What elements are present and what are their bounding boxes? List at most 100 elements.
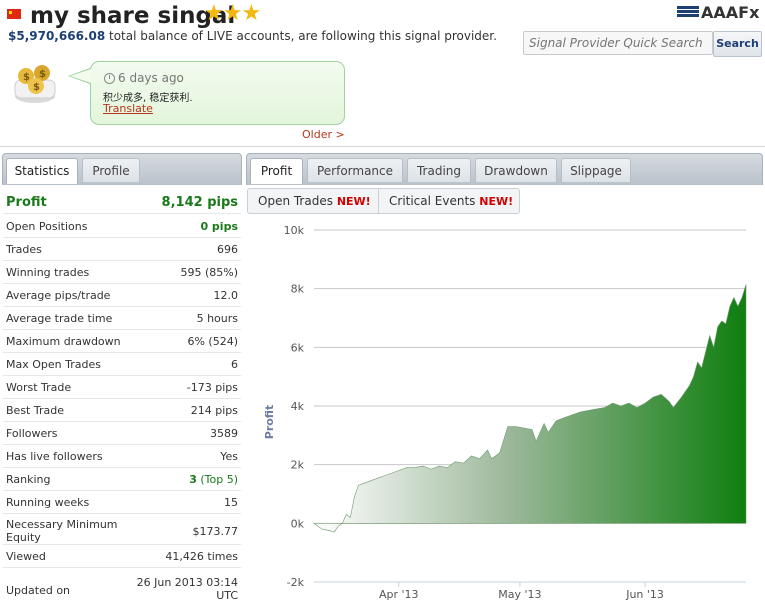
- stat-row-updated-on: Updated on 26 Jun 2013 03:14 UTC: [3, 568, 241, 602]
- y-tick-label: 10k: [284, 224, 305, 237]
- y-tick-label: 6k: [291, 341, 305, 354]
- message-time: 6 days ago: [118, 71, 184, 85]
- stat-value: $173.77: [192, 525, 239, 538]
- stat-value: 12.0: [213, 289, 239, 302]
- y-axis-label: Profit: [263, 405, 276, 439]
- bubble-tail-inner: [70, 69, 91, 83]
- stat-value: 41,426 times: [165, 550, 238, 563]
- stat-row-average-trade-time: Average trade time 5 hours: [3, 307, 241, 330]
- stat-row-profit: Profit 8,142 pips: [3, 192, 241, 214]
- stat-label: Profit: [6, 195, 47, 210]
- svg-text:$: $: [39, 69, 46, 80]
- new-badge: NEW!: [336, 195, 371, 208]
- tab-statistics[interactable]: Statistics: [6, 158, 78, 184]
- y-tick-label: -2k: [287, 576, 305, 589]
- balance-amount: $5,970,666.08: [8, 29, 106, 43]
- tab-profit[interactable]: Profit: [250, 158, 303, 184]
- stat-row-running-weeks: Running weeks 15: [3, 491, 241, 514]
- stat-value: 6: [231, 358, 238, 371]
- y-tick-label: 4k: [291, 400, 305, 413]
- subtab-label: Critical Events: [389, 194, 476, 208]
- china-flag-icon: [7, 9, 21, 19]
- translate-link[interactable]: Translate: [103, 102, 153, 115]
- y-axis-ticks: -2k 0k 2k 4k 6k 8k 10k: [284, 224, 305, 589]
- subtab-label: Open Trades: [258, 194, 333, 208]
- stat-row-ranking: Ranking 3 (Top 5): [3, 468, 241, 491]
- y-tick-label: 0k: [291, 517, 305, 530]
- stat-value: Yes: [220, 450, 238, 463]
- stat-label: Maximum drawdown: [6, 335, 121, 348]
- stat-value: 0 pips: [200, 220, 238, 233]
- svg-text:$: $: [23, 72, 30, 83]
- stat-label: Updated on: [6, 584, 71, 597]
- stat-value: 3 (Top 5): [189, 473, 238, 486]
- tab-slippage[interactable]: Slippage: [561, 158, 631, 182]
- stat-value: 6% (524): [187, 335, 238, 348]
- profit-chart: -2k 0k 2k 4k 6k 8k 10k Apr '13 May '13 Jun '13 P…: [263, 224, 747, 601]
- stat-label: Winning trades: [6, 266, 90, 279]
- stat-label: Viewed: [6, 550, 46, 563]
- y-tick-label: 8k: [291, 283, 305, 296]
- stat-row-maximum-drawdown: Maximum drawdown 6% (524): [3, 330, 241, 353]
- stat-row-has-live-followers: Has live followers Yes: [3, 445, 241, 468]
- stat-value: -173 pips: [186, 381, 238, 394]
- subtab-separator: [378, 189, 379, 213]
- y-tick-label: 2k: [291, 459, 305, 472]
- rank-number: 3: [189, 473, 197, 486]
- search-button[interactable]: Search: [713, 31, 762, 57]
- new-badge: NEW!: [479, 195, 514, 208]
- stat-value: 8,142 pips: [161, 195, 238, 210]
- stat-label: Best Trade: [6, 404, 64, 417]
- stat-label: Necessary Minimum Equity: [6, 518, 118, 544]
- tab-trading[interactable]: Trading: [407, 158, 471, 182]
- stat-value: 696: [217, 243, 238, 256]
- profit-area: [313, 284, 747, 533]
- search-input[interactable]: [523, 31, 713, 55]
- subtab-open-trades[interactable]: Open Trades NEW!: [258, 194, 371, 208]
- rating-stars-icon: ★★★: [204, 1, 261, 26]
- stat-value: 214 pips: [190, 404, 238, 417]
- x-axis-ticks: Apr '13 May '13 Jun '13: [379, 582, 664, 601]
- x-tick-label: May '13: [498, 588, 541, 601]
- stat-value: 26 Jun 2013 03:14 UTC: [136, 576, 238, 602]
- avatar-money-icon: $ $ $: [14, 65, 56, 103]
- logo-mark-icon: [677, 6, 699, 20]
- stat-row-viewed: Viewed 41,426 times: [3, 545, 241, 568]
- clock-icon: [104, 73, 115, 84]
- balance-text: total balance of LIVE accounts, are foll…: [109, 29, 497, 43]
- stat-label: Max Open Trades: [6, 358, 101, 371]
- balance-info: $5,970,666.08 total balance of LIVE acco…: [8, 28, 497, 44]
- x-tick-label: Jun '13: [625, 588, 664, 601]
- tab-performance[interactable]: Performance: [307, 158, 403, 182]
- stat-row-winning-trades: Winning trades 595 (85%): [3, 261, 241, 284]
- stat-label: Average pips/trade: [6, 289, 111, 302]
- stat-label: Trades: [6, 243, 42, 256]
- stat-value: 15: [224, 496, 238, 509]
- older-link[interactable]: Older >: [302, 128, 345, 141]
- logo-text: AAAFx: [701, 3, 760, 22]
- stat-label: Followers: [6, 427, 58, 440]
- stat-row-followers: Followers 3589: [3, 422, 241, 445]
- stat-row-average-pips: Average pips/trade 12.0: [3, 284, 241, 307]
- tab-drawdown[interactable]: Drawdown: [475, 158, 557, 182]
- section-divider: [0, 146, 765, 147]
- stat-row-open-positions: Open Positions 0 pips: [3, 215, 241, 238]
- stat-label: Ranking: [6, 473, 51, 486]
- stat-value: 5 hours: [196, 312, 238, 325]
- stat-value: 595 (85%): [180, 266, 238, 279]
- stat-row-best-trade: Best Trade 214 pips: [3, 399, 241, 422]
- tab-profile[interactable]: Profile: [82, 158, 140, 182]
- stat-label: Running weeks: [6, 496, 90, 509]
- subtab-critical-events[interactable]: Critical Events NEW!: [389, 194, 513, 208]
- brand-logo[interactable]: AAAFx: [677, 3, 761, 22]
- stat-label: Has live followers: [6, 450, 103, 463]
- stat-row-worst-trade: Worst Trade -173 pips: [3, 376, 241, 399]
- stat-value: 3589: [210, 427, 238, 440]
- x-tick-label: Apr '13: [379, 588, 419, 601]
- stat-label: Open Positions: [6, 220, 88, 233]
- stat-label: Average trade time: [6, 312, 113, 325]
- stat-label: Worst Trade: [6, 381, 72, 394]
- rank-top-link[interactable]: (Top 5): [200, 473, 238, 486]
- svg-text:$: $: [33, 82, 40, 93]
- stat-row-max-open-trades: Max Open Trades 6: [3, 353, 241, 376]
